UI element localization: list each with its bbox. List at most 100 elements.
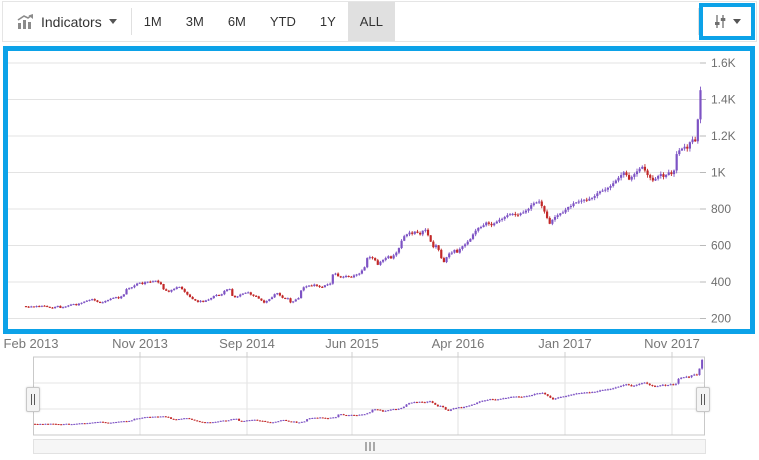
candle-body [267, 422, 269, 423]
candle-body [49, 307, 51, 308]
candle-body [469, 239, 471, 242]
candle-body [492, 399, 494, 400]
candle-body [42, 424, 44, 425]
period-button-ytd[interactable]: YTD [258, 2, 308, 41]
candle-body [639, 169, 641, 172]
candle-body [213, 296, 215, 298]
candle-body [259, 420, 261, 421]
candle-body [440, 250, 442, 258]
period-button-1m[interactable]: 1M [132, 2, 174, 41]
candle-body [607, 389, 609, 390]
settings-button[interactable] [699, 3, 755, 40]
x-axis-label: Feb 2013 [4, 336, 59, 351]
candle-body [694, 139, 696, 141]
range-grip-icon [704, 394, 705, 405]
candle-body [348, 276, 350, 277]
candle-body [488, 223, 490, 224]
candle-body [493, 223, 495, 225]
candle-body [437, 405, 439, 407]
candle-body [105, 422, 107, 423]
candle-body [332, 275, 334, 284]
scrollbar-grip-icon[interactable] [365, 442, 375, 451]
candle-body [570, 395, 572, 396]
candle-body [324, 285, 326, 287]
range-handle-right[interactable] [696, 387, 710, 412]
candle-body [321, 287, 323, 288]
x-axis-label: Jun 2015 [325, 336, 379, 351]
candle-body [387, 256, 389, 258]
candle-body [78, 423, 80, 424]
candle-body [343, 414, 345, 415]
candle-body [455, 408, 457, 409]
candle-body [527, 209, 529, 211]
period-button-all[interactable]: ALL [348, 2, 395, 41]
candle-body [353, 415, 355, 416]
candle-body [345, 415, 347, 416]
candle-body [173, 289, 175, 290]
range-handle-left[interactable] [26, 387, 40, 412]
candle-body [521, 397, 523, 398]
candle-body [309, 418, 311, 419]
navigator-scrollbar[interactable] [33, 439, 706, 454]
candle-body [303, 421, 305, 422]
candle-body [538, 202, 540, 203]
candle-body [75, 304, 77, 305]
candle-body [382, 260, 384, 262]
candle-body [215, 295, 217, 296]
range-navigator[interactable] [33, 350, 706, 440]
candle-body [623, 172, 625, 175]
candle-body [340, 414, 342, 415]
candle-body [686, 147, 688, 149]
candle-body [509, 214, 511, 215]
candle-body [564, 210, 566, 213]
candle-body [120, 421, 122, 422]
candle-body [264, 421, 266, 422]
candle-body [408, 403, 410, 404]
candle-body [207, 422, 209, 423]
candle-body [88, 300, 90, 301]
candle-body [25, 306, 27, 307]
period-button-1y[interactable]: 1Y [308, 2, 348, 41]
candle-body [510, 397, 512, 398]
candle-body [594, 392, 596, 393]
indicators-button[interactable]: Indicators [3, 2, 131, 41]
toolbar: Indicators 1M 3M 6M YTD 1Y ALL [2, 1, 757, 42]
candle-body [260, 299, 262, 301]
candle-body [541, 202, 543, 207]
main-chart[interactable]: 1.6K1.4K1.2K1K800600400200 [8, 51, 750, 329]
candle-body [604, 390, 606, 391]
navigator-border [34, 357, 705, 435]
candle-body [502, 398, 504, 399]
candle-body [363, 267, 365, 270]
candle-body [204, 422, 206, 423]
candle-body [212, 422, 214, 423]
candle-body [136, 419, 138, 420]
candle-body [467, 242, 469, 245]
candle-body [70, 305, 72, 306]
candle-body [617, 178, 619, 181]
candle-body [337, 274, 339, 277]
period-button-6m[interactable]: 6M [216, 2, 258, 41]
candle-body [385, 258, 387, 260]
candle-body [625, 384, 627, 385]
candle-body [249, 420, 251, 421]
candle-body [91, 299, 93, 300]
candle-body [685, 377, 687, 378]
candle-body [67, 306, 69, 307]
candle-body [34, 424, 36, 425]
candle-body [498, 220, 500, 222]
candle-body [274, 294, 276, 297]
candle-body [528, 396, 530, 397]
candle-body [78, 304, 80, 305]
candle-body [96, 300, 98, 301]
candle-body [89, 423, 91, 424]
candle-body [284, 298, 286, 299]
candle-body [165, 416, 167, 417]
candle-body [71, 424, 73, 425]
candle-body [484, 400, 486, 401]
chart-bars-icon [17, 14, 34, 29]
candle-body [73, 304, 75, 305]
candle-body [602, 390, 604, 391]
candle-body [126, 421, 128, 422]
period-button-3m[interactable]: 3M [174, 2, 216, 41]
